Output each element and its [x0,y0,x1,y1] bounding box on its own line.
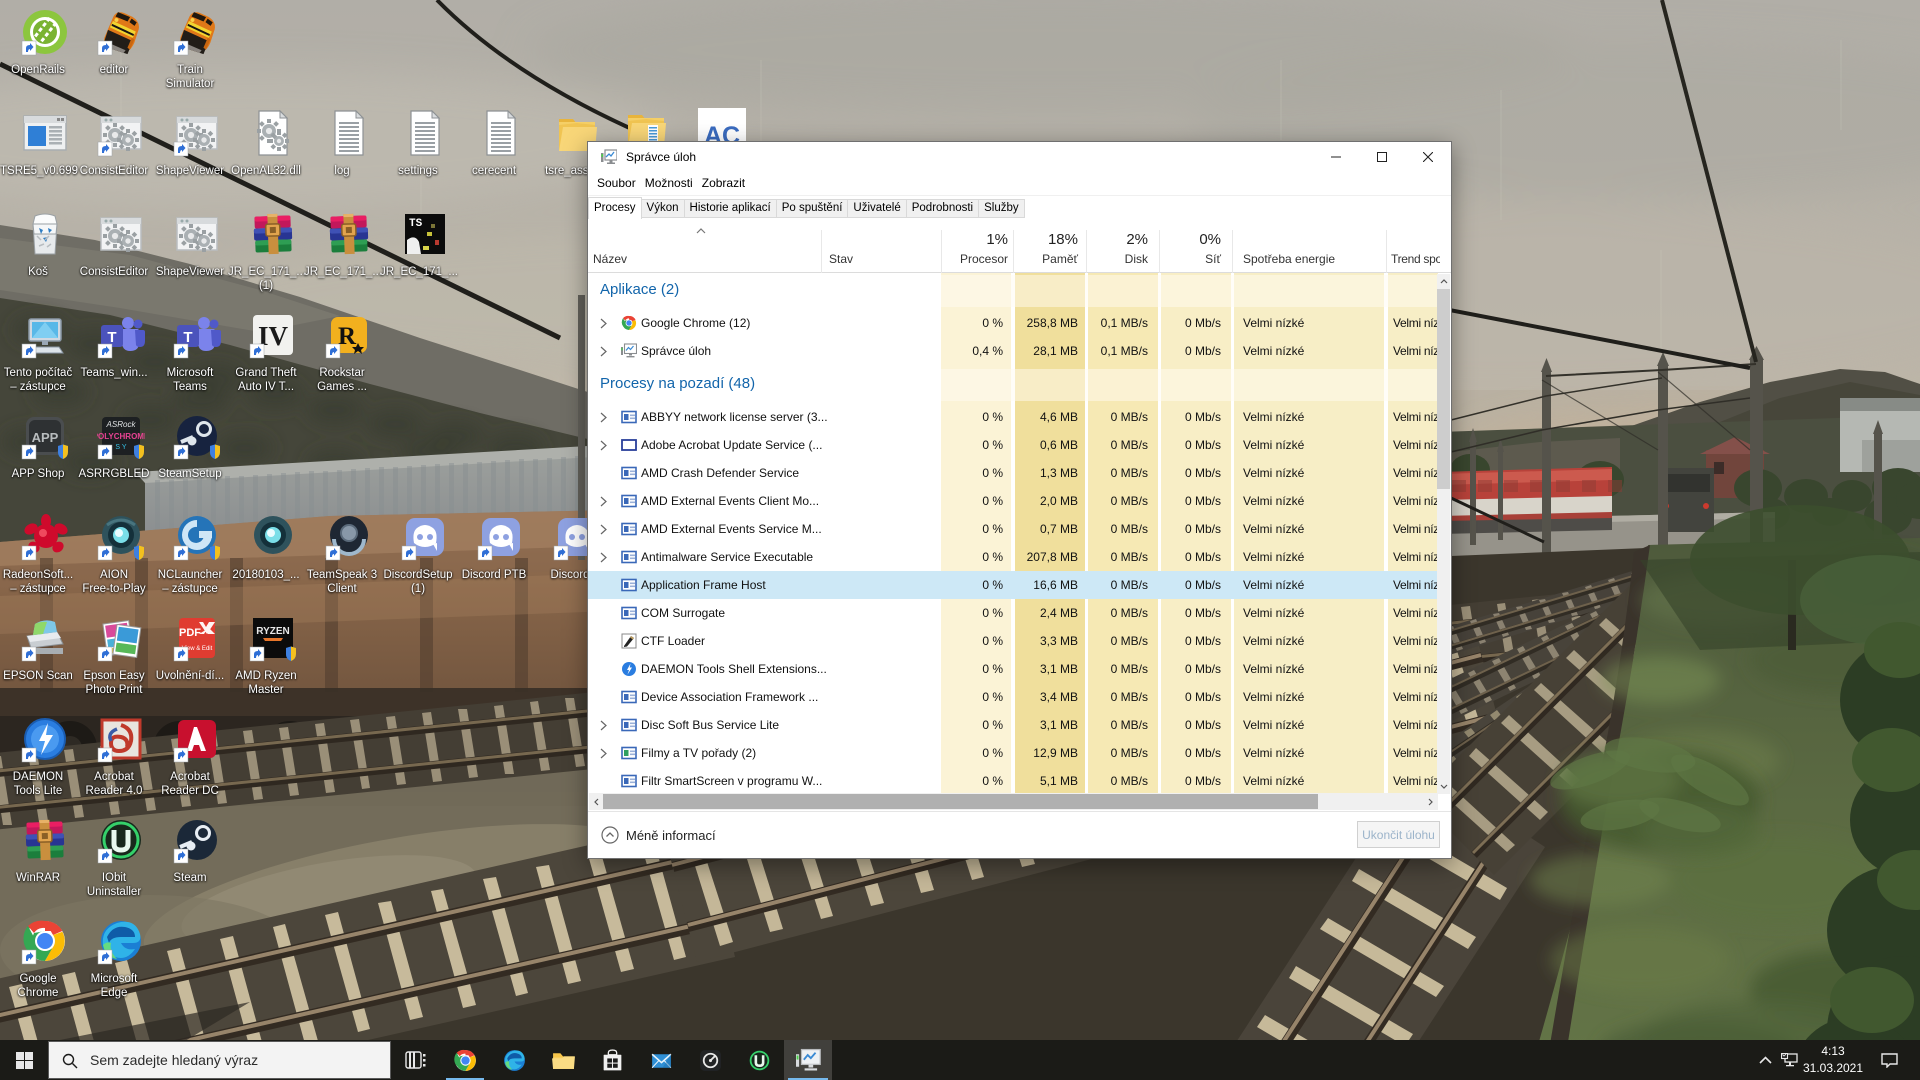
svg-text:T: T [107,329,116,346]
svg-text:APP: APP [32,430,59,445]
svg-text:R: R [338,323,357,350]
svg-text:TS: TS [409,218,423,230]
svg-text:PDF: PDF [179,627,201,639]
svg-text:S Y: S Y [115,444,126,451]
svg-text:POLYCHROME: POLYCHROME [97,432,145,441]
svg-text:ASRock: ASRock [106,420,137,429]
svg-text:T: T [183,329,192,346]
svg-text:RYZEN: RYZEN [256,626,290,637]
